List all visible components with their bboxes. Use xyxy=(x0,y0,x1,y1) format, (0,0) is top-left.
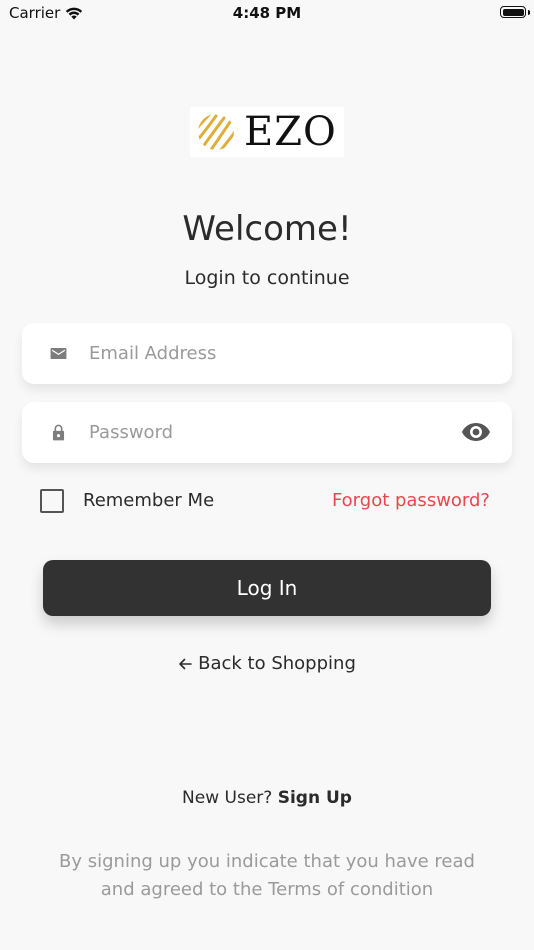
page-subtitle: Login to continue xyxy=(184,267,350,289)
password-input[interactable] xyxy=(89,402,449,463)
eye-icon[interactable] xyxy=(461,420,491,444)
login-screen: Carrier 4:48 PM EZO Welcome! Login to co… xyxy=(0,0,534,950)
logo-text: EZO xyxy=(244,109,337,155)
signup-link[interactable]: Sign Up xyxy=(278,788,352,808)
login-button-label: Log In xyxy=(236,576,298,600)
terms-text: By signing up you indicate that you have… xyxy=(59,851,475,900)
battery-icon xyxy=(500,6,526,18)
status-bar: Carrier 4:48 PM xyxy=(0,0,534,30)
status-time: 4:48 PM xyxy=(232,4,302,22)
envelope-icon xyxy=(50,347,67,360)
back-to-shopping-label: Back to Shopping xyxy=(198,653,356,674)
arrow-left-icon xyxy=(179,658,192,669)
email-input[interactable] xyxy=(89,323,449,384)
remember-me-checkbox[interactable] xyxy=(40,489,64,513)
password-field-card[interactable] xyxy=(22,402,512,463)
logo-mark-icon xyxy=(198,114,234,150)
signup-prompt: New User? xyxy=(182,788,273,808)
brand-logo: EZO xyxy=(190,107,344,157)
lock-icon xyxy=(52,424,65,441)
back-to-shopping-link[interactable]: Back to Shopping xyxy=(0,653,534,674)
email-field-card[interactable] xyxy=(22,323,512,384)
signup-row: New User? Sign Up xyxy=(0,788,534,808)
page-title: Welcome! xyxy=(182,209,352,249)
login-button[interactable]: Log In xyxy=(43,560,491,616)
remember-me-label[interactable]: Remember Me xyxy=(83,490,214,511)
forgot-password-link[interactable]: Forgot password? xyxy=(332,490,490,511)
